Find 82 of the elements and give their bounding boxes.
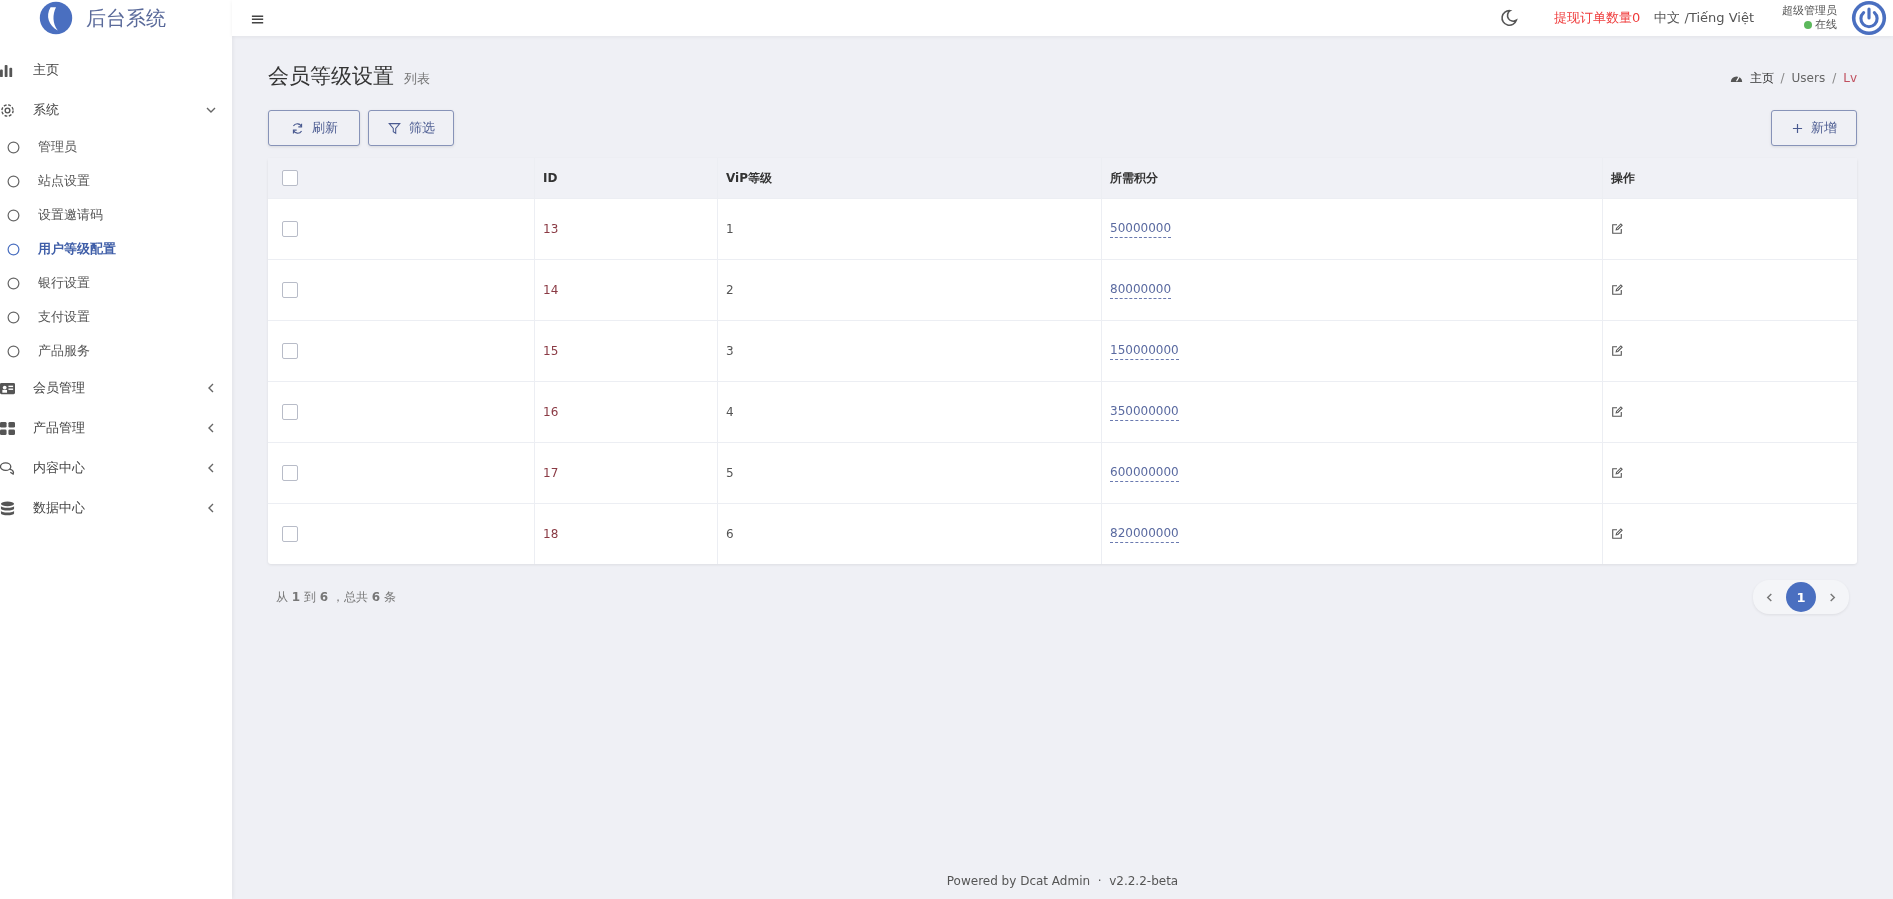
page-subtitle: 列表 bbox=[404, 70, 430, 88]
submenu-item[interactable]: 银行设置 bbox=[0, 266, 232, 300]
table-cell: 13 bbox=[543, 222, 559, 236]
circle-icon bbox=[7, 344, 20, 358]
menu-item[interactable]: 会员管理 bbox=[0, 368, 232, 408]
column-header: 所需积分 bbox=[1110, 169, 1158, 187]
breadcrumb-separator: / bbox=[1780, 71, 1785, 85]
submenu-item[interactable]: 产品服务 bbox=[0, 334, 232, 368]
dashboard-icon bbox=[1729, 73, 1743, 83]
edit-icon[interactable] bbox=[1611, 528, 1623, 540]
row-checkbox[interactable] bbox=[282, 465, 298, 481]
circle-icon bbox=[7, 208, 20, 222]
editable-value[interactable]: 820000000 bbox=[1110, 525, 1179, 543]
user-status: 在线 bbox=[1815, 18, 1837, 32]
refresh-button[interactable]: 刷新 bbox=[268, 110, 360, 146]
page-button[interactable]: 1 bbox=[1786, 582, 1816, 612]
circle-icon bbox=[7, 276, 20, 290]
row-checkbox[interactable] bbox=[282, 221, 298, 237]
edit-icon[interactable] bbox=[1611, 223, 1623, 235]
editable-value[interactable]: 80000000 bbox=[1110, 281, 1172, 299]
table-cell: 6 bbox=[726, 527, 734, 541]
edit-icon[interactable] bbox=[1611, 284, 1623, 296]
menu-item[interactable]: 产品管理 bbox=[0, 408, 232, 448]
submenu-item[interactable]: 用户等级配置 bbox=[0, 232, 232, 266]
menu-item[interactable]: 系统 bbox=[0, 90, 232, 130]
table-cell: 4 bbox=[726, 405, 734, 419]
plus-icon bbox=[1791, 122, 1803, 134]
table-cell: 15 bbox=[543, 344, 559, 358]
table-cell: 14 bbox=[543, 283, 559, 297]
page-title: 会员等级设置 bbox=[268, 63, 394, 90]
row-checkbox[interactable] bbox=[282, 526, 298, 542]
column-header: ID bbox=[543, 171, 558, 185]
table-cell: 17 bbox=[543, 466, 559, 480]
editable-value[interactable]: 150000000 bbox=[1110, 342, 1179, 360]
select-all-checkbox[interactable] bbox=[282, 170, 298, 186]
edit-icon[interactable] bbox=[1611, 406, 1623, 418]
menu-item[interactable]: 内容中心 bbox=[0, 448, 232, 488]
language-link[interactable]: 中文 /Tiếng Việt bbox=[1654, 9, 1754, 27]
menu-button[interactable]: ≡ bbox=[250, 7, 266, 29]
editable-value[interactable]: 600000000 bbox=[1110, 464, 1179, 482]
submenu-item[interactable]: 设置邀请码 bbox=[0, 198, 232, 232]
withdraw-notice[interactable]: 提现订单数量0 bbox=[1554, 9, 1641, 27]
table-cell: 18 bbox=[543, 527, 559, 541]
brand-title: 后台系统 bbox=[86, 4, 166, 32]
refresh-icon bbox=[290, 121, 304, 135]
user-name: 超级管理员 bbox=[1782, 4, 1837, 18]
circle-icon bbox=[7, 174, 20, 188]
column-header: 操作 bbox=[1611, 169, 1635, 187]
editable-value[interactable]: 50000000 bbox=[1110, 220, 1172, 238]
table-cell: 5 bbox=[726, 466, 734, 480]
submenu-item[interactable]: 支付设置 bbox=[0, 300, 232, 334]
moon-icon[interactable] bbox=[1500, 9, 1519, 27]
column-header: ViP等级 bbox=[726, 169, 772, 187]
table-cell: 2 bbox=[726, 283, 734, 297]
submenu-item[interactable]: 管理员 bbox=[0, 130, 232, 164]
previous-page-icon[interactable] bbox=[1765, 592, 1774, 602]
pagination-summary: 从 1 到 6 ，总共 6 条 bbox=[275, 588, 396, 606]
create-button[interactable]: 新增 bbox=[1771, 110, 1857, 146]
filter-icon bbox=[387, 121, 401, 135]
row-checkbox[interactable] bbox=[282, 282, 298, 298]
table-cell: 3 bbox=[726, 344, 734, 358]
breadcrumb-link[interactable]: Lv bbox=[1843, 71, 1857, 85]
row-checkbox[interactable] bbox=[282, 343, 298, 359]
breadcrumb-link[interactable]: Users bbox=[1791, 71, 1826, 85]
footer-text: Powered by Dcat Admin · v2.2.2-beta bbox=[946, 874, 1179, 888]
breadcrumb-link[interactable]: 主页 bbox=[1749, 69, 1774, 87]
breadcrumb-separator: / bbox=[1832, 71, 1837, 85]
editable-value[interactable]: 350000000 bbox=[1110, 403, 1179, 421]
avatar-icon[interactable] bbox=[1851, 0, 1887, 36]
circle-icon bbox=[7, 310, 20, 324]
row-checkbox[interactable] bbox=[282, 404, 298, 420]
table-cell: 1 bbox=[726, 222, 734, 236]
next-page-icon[interactable] bbox=[1828, 592, 1837, 602]
circle-icon bbox=[7, 140, 20, 154]
menu-item[interactable]: 主页 bbox=[0, 50, 232, 90]
table-cell: 16 bbox=[543, 405, 559, 419]
filter-button[interactable]: 筛选 bbox=[368, 110, 454, 146]
edit-icon[interactable] bbox=[1611, 467, 1623, 479]
edit-icon[interactable] bbox=[1611, 345, 1623, 357]
submenu-item[interactable]: 站点设置 bbox=[0, 164, 232, 198]
circle-icon bbox=[7, 242, 20, 256]
menu-item[interactable]: 数据中心 bbox=[0, 488, 232, 528]
